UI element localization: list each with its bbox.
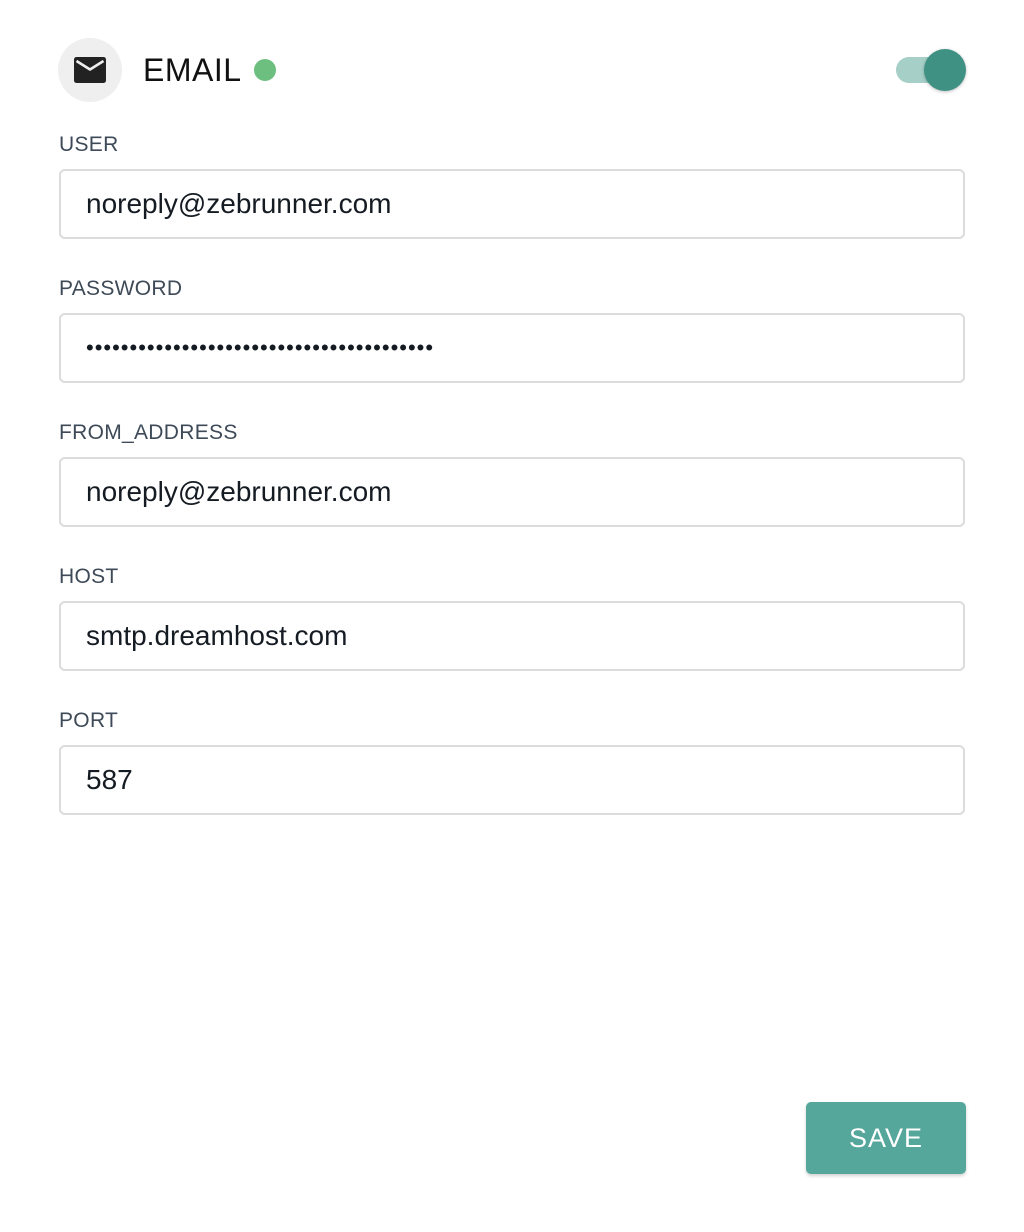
user-input[interactable] [59,169,965,239]
toggle-knob [924,49,966,91]
port-label: PORT [59,709,119,732]
page-title: EMAIL [143,52,242,88]
enable-toggle[interactable] [894,49,966,91]
host-label: HOST [59,565,119,588]
email-settings-panel: EMAIL USER PASSWORD FROM_ADDRESS HOST PO… [0,0,1024,1232]
mail-icon [74,57,106,83]
password-input[interactable] [59,313,965,383]
status-indicator [254,59,276,81]
panel-header: EMAIL [58,38,966,102]
port-input[interactable] [59,745,965,815]
from-address-input[interactable] [59,457,965,527]
from-address-label: FROM_ADDRESS [59,421,238,444]
password-label: PASSWORD [59,277,183,300]
user-label: USER [59,133,119,156]
save-button[interactable]: SAVE [806,1102,966,1174]
mail-icon-container [58,38,122,102]
host-input[interactable] [59,601,965,671]
